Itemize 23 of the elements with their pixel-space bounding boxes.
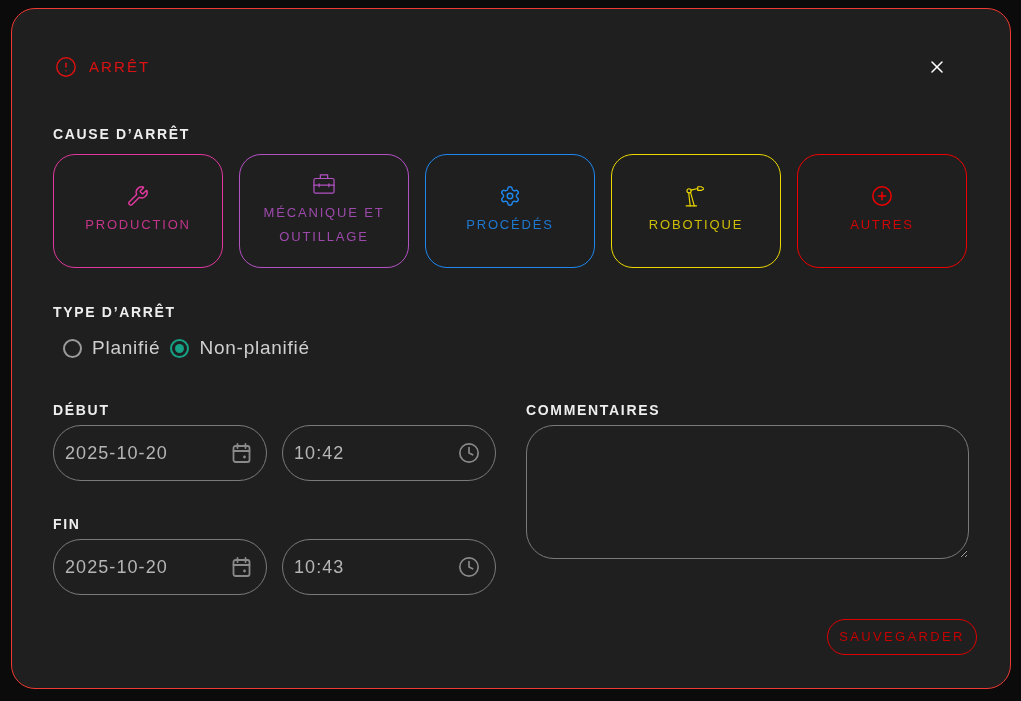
alert-icon	[55, 56, 77, 78]
gear-icon	[499, 185, 521, 207]
toolbox-icon	[313, 173, 335, 195]
field-label: FIN	[53, 515, 81, 534]
field-label: DÉBUT	[53, 401, 110, 420]
comments-field[interactable]	[526, 425, 969, 559]
section-label: CAUSE D’ARRÊT	[53, 124, 190, 144]
radio-selected-icon[interactable]	[170, 338, 190, 358]
dialog-title: ARRÊT	[89, 56, 151, 77]
clock-icon	[458, 442, 480, 464]
radio-icon[interactable]	[63, 338, 82, 358]
robot-arm-icon	[685, 185, 707, 207]
plus-circle-icon	[871, 185, 893, 207]
section-label: TYPE D’ARRÊT	[53, 302, 176, 322]
radio-option[interactable]: Non-planifié	[170, 333, 310, 363]
cause-option[interactable]: ROBOTIQUE	[611, 154, 781, 268]
clock-icon	[458, 556, 480, 578]
field-label: COMMENTAIRES	[526, 401, 661, 420]
cause-option[interactable]: PROCÉDÉS	[425, 154, 595, 268]
calendar-icon	[232, 557, 251, 577]
calendar-icon	[232, 443, 251, 463]
wrench-icon	[127, 185, 149, 207]
radio-option[interactable]: Planifié	[63, 333, 161, 363]
